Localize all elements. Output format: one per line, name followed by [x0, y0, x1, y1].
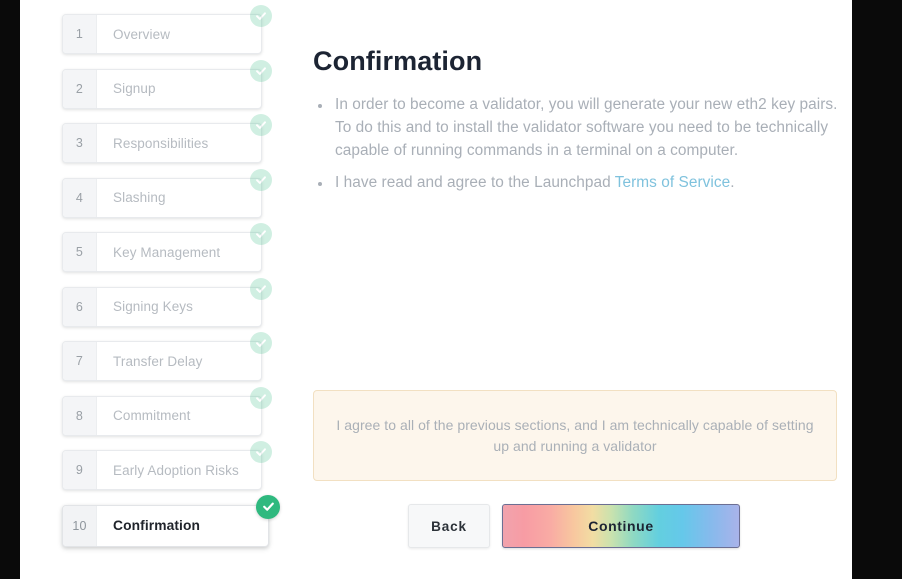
check-icon: [250, 277, 272, 300]
main-content: Confirmation In order to become a valida…: [293, 0, 852, 579]
sidebar-step-2[interactable]: 2 Signup: [62, 59, 272, 109]
check-icon: [250, 168, 272, 191]
check-icon: [256, 494, 280, 519]
sidebar-step-1[interactable]: 1 Overview: [62, 5, 272, 54]
step-label: Key Management: [113, 244, 221, 260]
back-button[interactable]: Back: [408, 504, 490, 548]
check-icon: [250, 59, 272, 82]
sidebar-step-4[interactable]: 4 Slashing: [62, 168, 272, 218]
step-label: Responsibilities: [113, 135, 209, 151]
list-item: I have read and agree to the Launchpad T…: [318, 172, 852, 195]
sidebar-step-5[interactable]: 5 Key Management: [62, 223, 272, 272]
agreement-notice: I agree to all of the previous sections,…: [313, 390, 837, 481]
step-number: 7: [63, 342, 97, 380]
check-icon: [250, 114, 272, 136]
check-icon: [250, 386, 272, 409]
step-number: 10: [63, 505, 97, 546]
step-label: Early Adoption Risks: [113, 462, 239, 478]
sidebar-step-10[interactable]: 10 Confirmation: [62, 494, 280, 547]
check-icon: [250, 5, 272, 27]
bullet-text-before: I have read and agree to the Launchpad: [335, 174, 615, 192]
step-label: Signup: [113, 81, 156, 96]
bullet-text-after: .: [730, 174, 735, 192]
step-number: 6: [63, 287, 97, 326]
continue-button[interactable]: Continue: [502, 504, 740, 548]
step-label: Confirmation: [113, 518, 201, 533]
check-icon: [250, 223, 272, 245]
check-icon: [250, 332, 272, 354]
steps-sidebar: 1 Overview 2 Signup 3 Responsibilities 4…: [62, 5, 287, 565]
bullet-text: In order to become a validator, you will…: [335, 96, 838, 159]
step-number: 8: [63, 396, 97, 435]
step-number: 3: [63, 124, 97, 162]
check-icon: [250, 441, 272, 463]
step-label: Commitment: [113, 408, 191, 423]
step-label: Overview: [113, 26, 171, 42]
step-number: 5: [63, 233, 97, 271]
terms-of-service-link[interactable]: Terms of Service: [615, 174, 730, 191]
step-number: 4: [63, 178, 97, 217]
step-number: 2: [63, 69, 97, 108]
step-label: Slashing: [113, 190, 166, 205]
launchpad-window: 1 Overview 2 Signup 3 Responsibilities 4…: [20, 0, 852, 579]
sidebar-step-6[interactable]: 6 Signing Keys: [62, 277, 272, 327]
step-number: 1: [63, 15, 97, 53]
step-label: Transfer Delay: [113, 353, 203, 369]
sidebar-step-7[interactable]: 7 Transfer Delay: [62, 332, 272, 381]
page-title: Confirmation: [313, 46, 483, 77]
sidebar-step-3[interactable]: 3 Responsibilities: [62, 114, 272, 163]
agreement-notice-text: I agree to all of the previous sections,…: [336, 417, 814, 454]
confirmation-bullet-list: In order to become a validator, you will…: [309, 94, 852, 205]
footer-actions: Back Continue: [408, 504, 740, 548]
step-number: 9: [63, 451, 97, 489]
sidebar-step-9[interactable]: 9 Early Adoption Risks: [62, 441, 272, 490]
sidebar-step-8[interactable]: 8 Commitment: [62, 386, 272, 436]
step-label: Signing Keys: [113, 299, 193, 314]
list-item: In order to become a validator, you will…: [318, 94, 852, 162]
